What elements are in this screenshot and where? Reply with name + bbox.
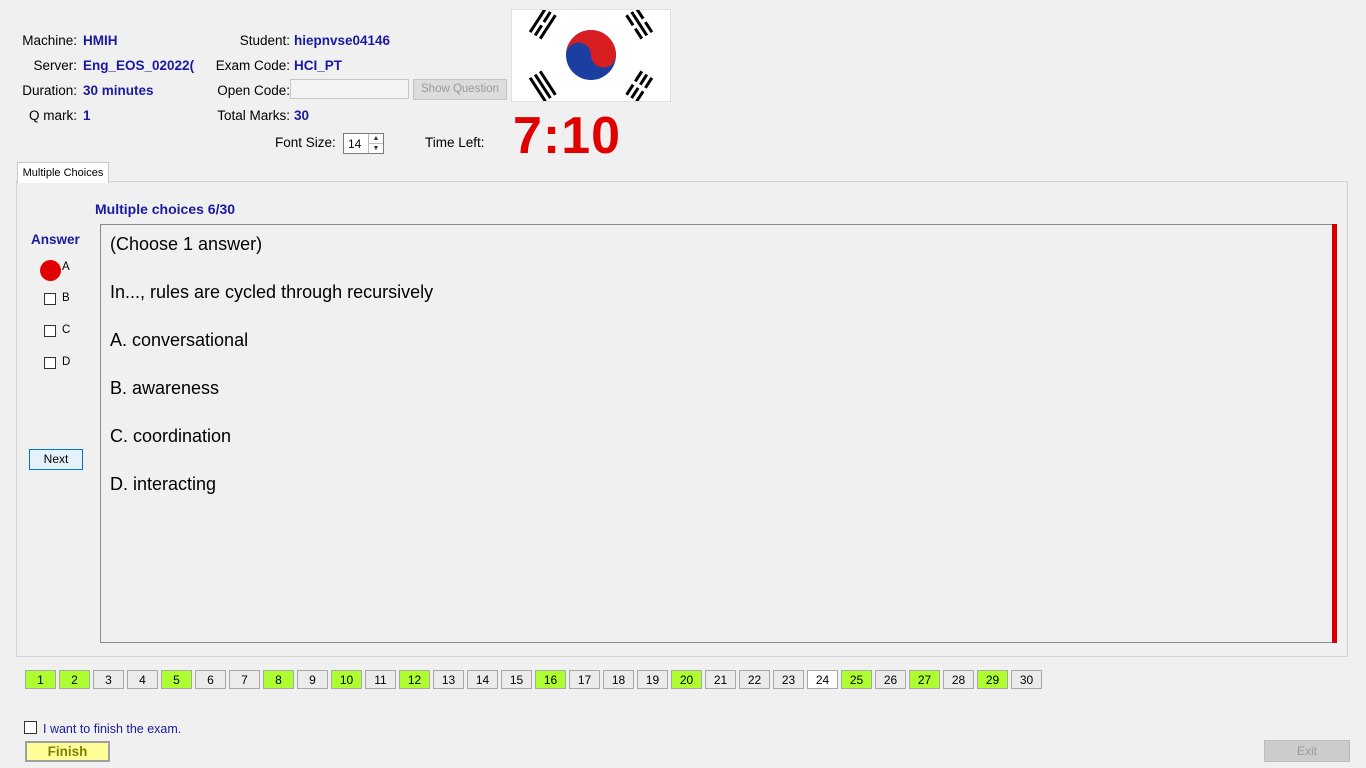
- qmark-value: 1: [83, 108, 91, 123]
- answer-a-label[interactable]: A: [62, 261, 70, 273]
- countdown-timer: 7:10: [513, 107, 622, 165]
- qmark-label: Q mark:: [28, 108, 77, 123]
- open-code-label: Open Code:: [217, 83, 290, 98]
- question-number-button[interactable]: 3: [93, 670, 124, 689]
- question-text-area: (Choose 1 answer) In..., rules are cycle…: [100, 224, 1337, 643]
- question-number-button[interactable]: 28: [943, 670, 974, 689]
- question-number-button[interactable]: 13: [433, 670, 464, 689]
- open-code-input[interactable]: [290, 79, 409, 99]
- total-marks-label: Total Marks:: [217, 108, 290, 123]
- exit-button[interactable]: Exit: [1264, 740, 1350, 762]
- question-number-button[interactable]: 20: [671, 670, 702, 689]
- question-navigator: 1 2 3 4 5 6 7 8 9 10 11 12 13 14 15 16 17 18 19 20 21 22 23 24 2…: [25, 670, 1045, 689]
- question-number-button[interactable]: 9: [297, 670, 328, 689]
- finish-button[interactable]: Finish: [25, 741, 110, 762]
- option-a-text: A. conversational: [110, 330, 249, 350]
- answer-heading: Answer: [31, 232, 80, 247]
- korea-flag-image: [511, 7, 671, 103]
- machine-label: Machine:: [22, 33, 77, 48]
- finish-confirm-label[interactable]: I want to finish the exam.: [43, 722, 181, 736]
- answer-b-label[interactable]: B: [62, 292, 70, 304]
- question-number-button[interactable]: 19: [637, 670, 668, 689]
- next-button[interactable]: Next: [29, 449, 83, 470]
- question-number-button[interactable]: 30: [1011, 670, 1042, 689]
- question-number-button[interactable]: 4: [127, 670, 158, 689]
- finish-confirm-checkbox[interactable]: [24, 721, 37, 734]
- machine-value: HMIH: [83, 33, 118, 48]
- answer-d-label[interactable]: D: [62, 356, 70, 368]
- question-number-button[interactable]: 14: [467, 670, 498, 689]
- question-stem: In..., rules are cycled through recursiv…: [110, 282, 434, 302]
- question-number-button[interactable]: 5: [161, 670, 192, 689]
- time-left-label: Time Left:: [425, 135, 485, 150]
- server-label: Server:: [33, 58, 77, 73]
- exam-code-label: Exam Code:: [215, 58, 290, 73]
- answer-c-checkbox[interactable]: [44, 325, 56, 337]
- question-number-button[interactable]: 25: [841, 670, 872, 689]
- question-number-button[interactable]: 24: [807, 670, 838, 689]
- question-number-button[interactable]: 1: [25, 670, 56, 689]
- question-number-button[interactable]: 18: [603, 670, 634, 689]
- duration-value: 30 minutes: [83, 83, 154, 98]
- question-number-button[interactable]: 16: [535, 670, 566, 689]
- answer-c-label[interactable]: C: [62, 324, 70, 336]
- question-number-button[interactable]: 27: [909, 670, 940, 689]
- font-size-stepper[interactable]: 14 ▲ ▼: [343, 133, 384, 154]
- question-counter: Multiple choices 6/30: [95, 201, 236, 217]
- spin-down-icon[interactable]: ▼: [369, 144, 383, 153]
- question-number-button[interactable]: 15: [501, 670, 532, 689]
- server-value: Eng_EOS_02022(: [83, 58, 195, 73]
- show-question-button[interactable]: Show Question: [413, 79, 507, 100]
- spin-up-icon[interactable]: ▲: [369, 134, 383, 144]
- question-number-button[interactable]: 29: [977, 670, 1008, 689]
- question-number-button[interactable]: 7: [229, 670, 260, 689]
- total-marks-value: 30: [294, 108, 310, 123]
- answer-d-checkbox[interactable]: [44, 357, 56, 369]
- answer-a-selected-marker[interactable]: [40, 260, 61, 281]
- font-size-value: 14: [348, 137, 362, 151]
- question-number-button[interactable]: 10: [331, 670, 362, 689]
- option-d-text: D. interacting: [110, 474, 217, 494]
- exam-code-value: HCI_PT: [294, 58, 343, 73]
- answer-b-checkbox[interactable]: [44, 293, 56, 305]
- question-number-button[interactable]: 21: [705, 670, 736, 689]
- student-value: hiepnvse04146: [294, 33, 391, 48]
- question-number-button[interactable]: 6: [195, 670, 226, 689]
- question-number-button[interactable]: 22: [739, 670, 770, 689]
- question-number-button[interactable]: 8: [263, 670, 294, 689]
- student-label: Student:: [239, 33, 290, 48]
- question-number-button[interactable]: 2: [59, 670, 90, 689]
- question-number-button[interactable]: 11: [365, 670, 396, 689]
- question-number-button[interactable]: 23: [773, 670, 804, 689]
- option-c-text: C. coordination: [110, 426, 232, 446]
- question-number-button[interactable]: 12: [399, 670, 430, 689]
- question-instruction: (Choose 1 answer): [110, 234, 263, 254]
- question-number-button[interactable]: 26: [875, 670, 906, 689]
- question-number-button[interactable]: 17: [569, 670, 600, 689]
- font-size-label: Font Size:: [275, 135, 336, 150]
- scrollbar[interactable]: [1332, 224, 1337, 643]
- duration-label: Duration:: [22, 83, 77, 98]
- tab-multiple-choices[interactable]: Multiple Choices: [17, 162, 109, 183]
- option-b-text: B. awareness: [110, 378, 220, 398]
